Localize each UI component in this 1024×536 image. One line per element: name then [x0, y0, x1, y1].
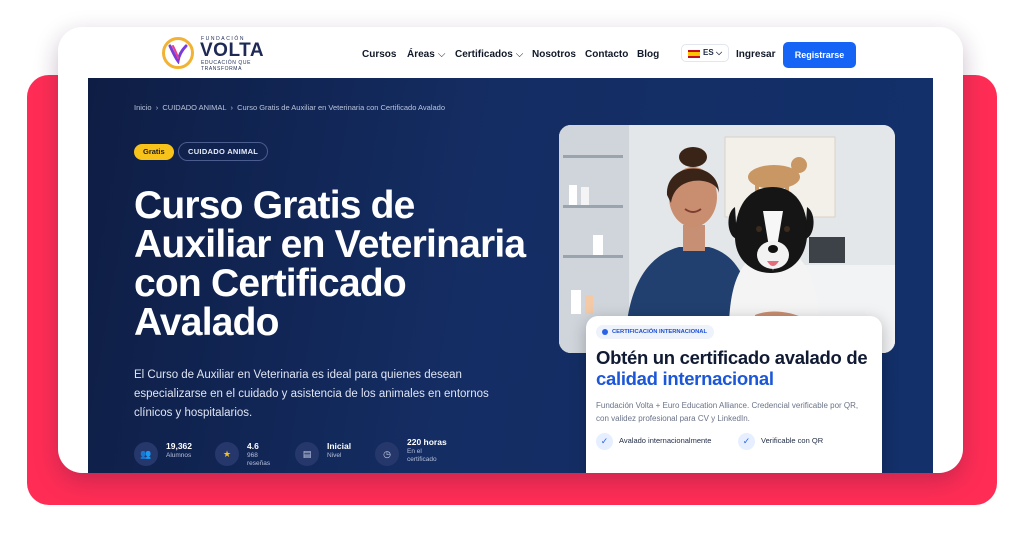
stat-value: Inicial	[327, 441, 352, 451]
nav-certificados[interactable]: Certificados ⌵	[455, 49, 523, 60]
check-icon: ✓	[738, 433, 755, 450]
register-button[interactable]: Registrarse	[783, 42, 856, 68]
breadcrumb-home[interactable]: Inicio	[134, 103, 152, 112]
site-header: FUNDACIÓN VOLTA EDUCACIÓN QUE TRANSFORMA…	[58, 27, 963, 79]
free-badge: Gratis	[134, 144, 174, 160]
nav-blog[interactable]: Blog	[637, 49, 659, 60]
certification-badge: CERTIFICACIÓN INTERNACIONAL	[596, 325, 715, 339]
language-selector[interactable]: ES ⌵	[681, 44, 729, 62]
course-description: El Curso de Auxiliar en Veterinaria es i…	[134, 369, 489, 419]
stat-value: 4.6	[247, 441, 259, 451]
clock-icon: ◷	[375, 442, 399, 466]
students-icon: 👥	[134, 442, 158, 466]
level-icon: ▤	[295, 442, 319, 466]
login-link[interactable]: Ingresar	[736, 49, 775, 60]
chevron-down-icon: ⌵	[515, 49, 524, 60]
certificate-title: Obtén un certificado avalado de calidad …	[596, 347, 882, 389]
browser-frame: FUNDACIÓN VOLTA EDUCACIÓN QUE TRANSFORMA…	[58, 27, 963, 473]
breadcrumb-separator: ›	[230, 103, 233, 112]
certificate-title-highlight: calidad internacional	[596, 368, 774, 389]
chevron-down-icon: ⌵	[716, 48, 723, 57]
nav-contacto[interactable]: Contacto	[585, 49, 628, 60]
certificate-description: Fundación Volta + Euro Education Allianc…	[596, 401, 859, 423]
check-item-label: Avalado internacionalmente	[619, 436, 712, 445]
category-badge[interactable]: CUIDADO ANIMAL	[178, 142, 269, 161]
nav-nosotros[interactable]: Nosotros	[532, 49, 576, 60]
nav-cursos[interactable]: Cursos	[362, 49, 396, 60]
check-icon: ✓	[596, 433, 613, 450]
stat-value: 19,362	[166, 441, 192, 451]
stat-label: 968 reseñas	[247, 452, 271, 467]
check-item-label: Verificable con QR	[761, 436, 824, 445]
chevron-down-icon: ⌵	[437, 49, 446, 60]
language-code: ES	[703, 48, 714, 57]
nav-areas-label: Áreas	[407, 49, 435, 60]
globe-icon	[602, 329, 608, 335]
course-hero: Inicio › CUIDADO ANIMAL › Curso Gratis d…	[88, 78, 933, 473]
certificate-title-main: Obtén un certificado avalado de	[596, 347, 868, 368]
logo-tagline-bottom: EDUCACIÓN QUE TRANSFORMA	[201, 60, 252, 72]
nav-areas[interactable]: Áreas ⌵	[407, 49, 445, 60]
stat-label: Nivel	[327, 452, 342, 459]
certificate-card: CERTIFICACIÓN INTERNACIONAL Obtén un cer…	[586, 316, 882, 473]
page-title: Curso Gratis de Auxiliar en Veterinaria …	[134, 184, 526, 344]
breadcrumb-current: Curso Gratis de Auxiliar en Veterinaria …	[237, 103, 445, 112]
stat-value: 220 horas	[407, 437, 447, 447]
logo-v-icon	[168, 44, 188, 64]
spain-flag-icon	[688, 50, 700, 58]
breadcrumb: Inicio › CUIDADO ANIMAL › Curso Gratis d…	[134, 103, 445, 112]
breadcrumb-category[interactable]: CUIDADO ANIMAL	[162, 103, 226, 112]
breadcrumb-separator: ›	[155, 103, 159, 112]
star-icon: ★	[215, 442, 239, 466]
nav-certificados-label: Certificados	[455, 49, 513, 60]
stat-label: En el certificado	[407, 448, 437, 463]
logo-wordmark[interactable]: VOLTA	[200, 40, 264, 62]
stat-label: Alumnos	[166, 452, 192, 459]
certification-badge-label: CERTIFICACIÓN INTERNACIONAL	[612, 329, 708, 335]
volta-logo-icon[interactable]	[162, 37, 194, 69]
